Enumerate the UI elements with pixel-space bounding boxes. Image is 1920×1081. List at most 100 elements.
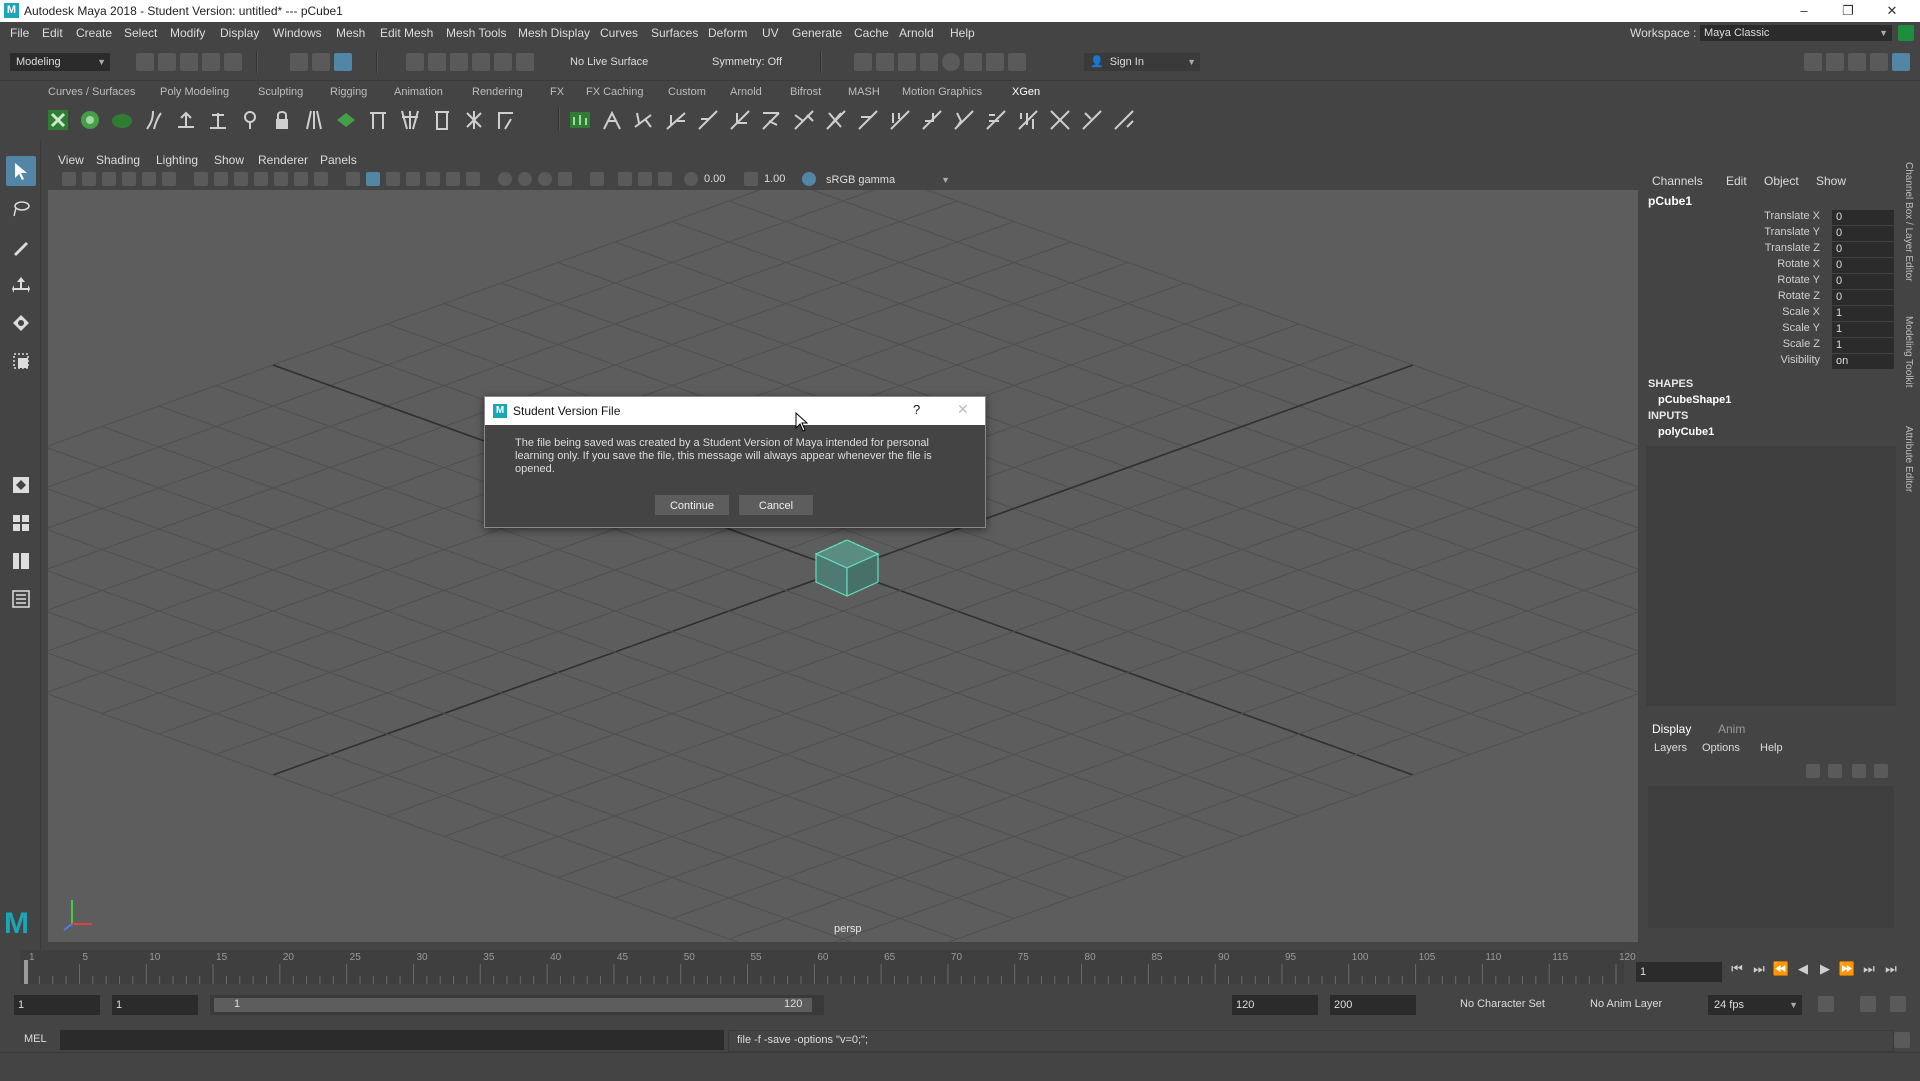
sculpt-guide-icon[interactable]: [236, 106, 264, 134]
groom-brush-13-icon[interactable]: [982, 106, 1010, 134]
render-settings-icon[interactable]: [920, 53, 938, 71]
xgen-editor-icon[interactable]: [44, 106, 72, 134]
noise-modifier-icon[interactable]: [428, 106, 456, 134]
camera-select-icon[interactable]: [62, 172, 76, 186]
layer-menu-options[interactable]: Options: [1702, 742, 1740, 754]
shelf-tab-animation[interactable]: Animation: [394, 86, 443, 98]
isolate-select-icon[interactable]: [590, 172, 604, 186]
save-scene-icon[interactable]: [180, 53, 198, 71]
groom-editor-icon[interactable]: [566, 106, 594, 134]
groom-brush-04-icon[interactable]: [694, 106, 722, 134]
move-layer-down-icon[interactable]: [1828, 764, 1842, 778]
range-slider-handle[interactable]: [214, 998, 812, 1012]
render-current-frame-icon[interactable]: [876, 53, 894, 71]
channel-box-icon[interactable]: [1892, 53, 1910, 71]
select-tool-button[interactable]: [6, 156, 36, 186]
pcube1-mesh[interactable]: [812, 538, 882, 598]
groom-brush-16-icon[interactable]: [1078, 106, 1106, 134]
create-layer-from-selected-icon[interactable]: [1874, 764, 1888, 778]
play-backwards-button[interactable]: ◀: [1794, 960, 1812, 978]
menu-generate[interactable]: Generate: [792, 26, 842, 40]
ipr-render-icon[interactable]: [898, 53, 916, 71]
shelf-tab-motion-graphics[interactable]: Motion Graphics: [902, 86, 982, 98]
image-plane-icon[interactable]: [122, 172, 136, 186]
paint-select-tool-button[interactable]: [6, 232, 36, 262]
perspective-viewport[interactable]: persp: [48, 190, 1638, 942]
groom-brush-05-icon[interactable]: [726, 106, 754, 134]
groom-brush-09-icon[interactable]: [854, 106, 882, 134]
scale-tool-button[interactable]: [6, 346, 36, 376]
menu-uv[interactable]: UV: [762, 26, 779, 40]
scale-y-field[interactable]: 1: [1832, 322, 1894, 337]
go-to-end-button[interactable]: ⏭: [1882, 960, 1900, 978]
new-scene-icon[interactable]: [136, 53, 154, 71]
menu-mesh[interactable]: Mesh: [336, 26, 365, 40]
safe-title-icon[interactable]: [314, 172, 328, 186]
close-window-button[interactable]: ✕: [1872, 1, 1912, 21]
continue-button[interactable]: Continue: [655, 495, 729, 515]
menu-edit[interactable]: Edit: [42, 26, 63, 40]
screen-space-ao-icon[interactable]: [498, 172, 512, 186]
panel-menu-renderer[interactable]: Renderer: [258, 153, 308, 167]
snap-view-plane-icon[interactable]: [472, 53, 490, 71]
field-chart-icon[interactable]: [274, 172, 288, 186]
xray-icon[interactable]: [618, 172, 632, 186]
cut-modifier-icon[interactable]: [460, 106, 488, 134]
panel-menu-shading[interactable]: Shading: [96, 153, 140, 167]
current-frame-field[interactable]: 1: [1636, 962, 1722, 982]
default-material-icon[interactable]: [386, 172, 400, 186]
cb-menu-object[interactable]: Object: [1764, 174, 1799, 188]
groom-brush-02-icon[interactable]: [630, 106, 658, 134]
menu-deform[interactable]: Deform: [708, 26, 747, 40]
live-surface-label[interactable]: No Live Surface: [570, 56, 648, 68]
anti-aliasing-icon[interactable]: [538, 172, 552, 186]
current-time-marker[interactable]: [24, 960, 28, 984]
step-forward-key-button[interactable]: ⏭: [1860, 960, 1878, 978]
curves-to-guides-icon[interactable]: [332, 106, 360, 134]
dialog-help-button[interactable]: ?: [913, 402, 920, 417]
tool-settings-icon[interactable]: [1870, 53, 1888, 71]
shelf-tab-bifrost[interactable]: Bifrost: [790, 86, 821, 98]
cb-menu-show[interactable]: Show: [1816, 174, 1846, 188]
groom-brush-12-icon[interactable]: [950, 106, 978, 134]
open-scene-icon[interactable]: [158, 53, 176, 71]
side-tab-channel-box[interactable]: Channel Box / Layer Editor: [1903, 162, 1914, 282]
shelf-tab-custom[interactable]: Custom: [668, 86, 706, 98]
humanik-icon[interactable]: [1826, 53, 1844, 71]
snap-point-icon[interactable]: [450, 53, 468, 71]
undo-icon[interactable]: [202, 53, 220, 71]
color-management-icon[interactable]: [802, 172, 816, 186]
exposure-value[interactable]: 0.00: [704, 173, 725, 185]
menu-create[interactable]: Create: [76, 26, 112, 40]
minimize-button[interactable]: –: [1784, 1, 1824, 21]
animation-preferences-icon[interactable]: [1890, 996, 1906, 1012]
snap-grid-icon[interactable]: [406, 53, 424, 71]
auto-key-icon[interactable]: [1860, 996, 1876, 1012]
textured-icon[interactable]: [426, 172, 440, 186]
translate-x-field[interactable]: 0: [1832, 210, 1894, 225]
guides-to-curves-icon[interactable]: [300, 106, 328, 134]
selected-object-name[interactable]: pCube1: [1648, 194, 1692, 208]
menu-select[interactable]: Select: [124, 26, 157, 40]
step-back-frame-button[interactable]: ⏪: [1772, 960, 1790, 978]
outliner-button[interactable]: [6, 584, 36, 614]
menu-file[interactable]: File: [10, 26, 29, 40]
anim-layer-dropdown[interactable]: No Anim Layer: [1590, 998, 1662, 1010]
shelf-tab-poly-modeling[interactable]: Poly Modeling: [160, 86, 229, 98]
groom-brush-14-icon[interactable]: [1014, 106, 1042, 134]
panel-menu-lighting[interactable]: Lighting: [156, 153, 198, 167]
panel-menu-view[interactable]: View: [58, 153, 84, 167]
layer-menu-help[interactable]: Help: [1760, 742, 1783, 754]
dialog-title-bar[interactable]: M Student Version File ? ✕: [485, 397, 985, 425]
select-guide-icon[interactable]: [172, 106, 200, 134]
render-view-icon[interactable]: [854, 53, 872, 71]
grease-pencil-icon[interactable]: [162, 172, 176, 186]
select-component-icon[interactable]: [334, 53, 352, 71]
lock-length-icon[interactable]: [268, 106, 296, 134]
shelf-tab-curves-surfaces[interactable]: Curves / Surfaces: [48, 86, 135, 98]
shelf-tab-fx-caching[interactable]: FX Caching: [586, 86, 643, 98]
input-node-item[interactable]: polyCube1: [1658, 426, 1714, 438]
maximize-button[interactable]: ❐: [1828, 1, 1868, 21]
scale-z-field[interactable]: 1: [1832, 338, 1894, 353]
layer-tab-display[interactable]: Display: [1652, 722, 1691, 736]
